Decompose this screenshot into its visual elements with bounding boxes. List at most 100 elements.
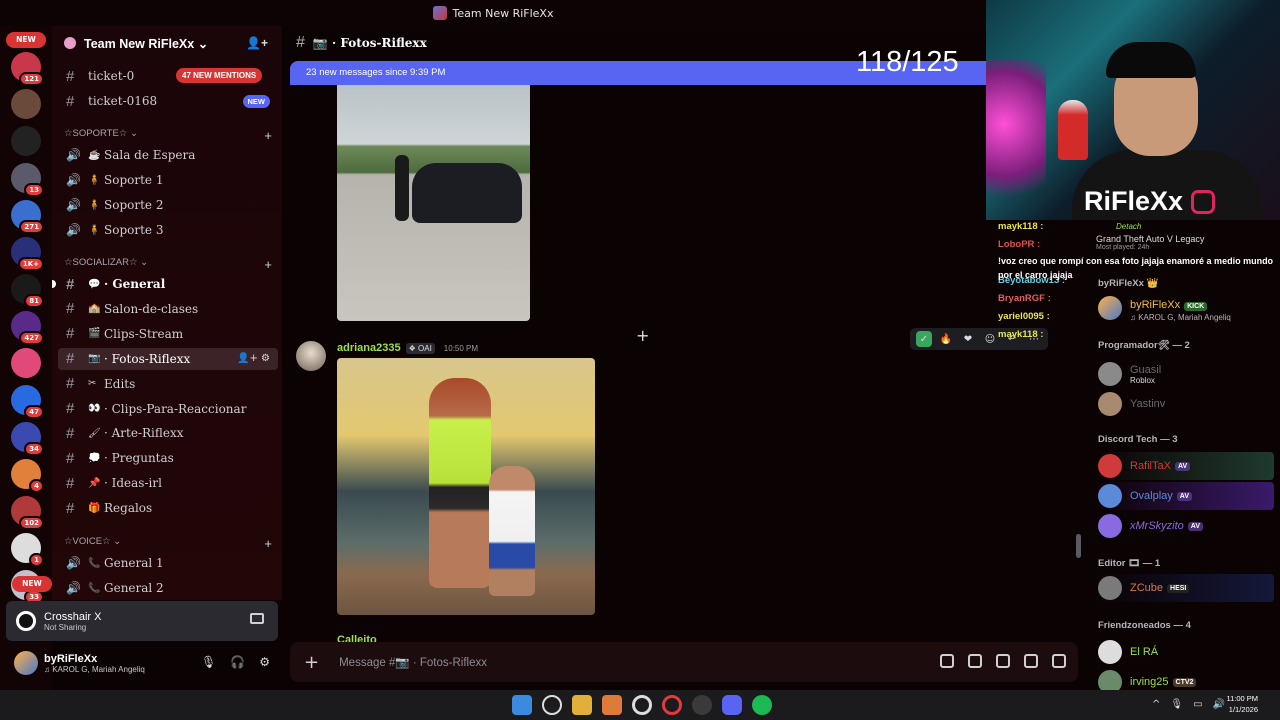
server-icon[interactable] xyxy=(11,89,41,119)
server-icon[interactable]: 1 xyxy=(11,533,44,567)
add-channel-icon[interactable]: + xyxy=(264,536,272,551)
gear-icon[interactable]: 👤+ ⚙ xyxy=(237,353,270,364)
gear-icon[interactable]: ⚙ xyxy=(259,655,270,669)
discord-icon[interactable] xyxy=(722,695,742,715)
member-row[interactable]: RafilTaX AV xyxy=(1094,452,1274,480)
member-row[interactable]: byRiFleXx KICK ♫ KAROL G, Mariah Angeliq xyxy=(1094,294,1274,322)
member-status: Roblox xyxy=(1130,375,1155,385)
new-servers-pill[interactable]: NEW xyxy=(6,32,46,48)
windows-start-icon[interactable] xyxy=(512,695,532,715)
member-row[interactable]: El RÁ xyxy=(1094,638,1274,666)
search-icon[interactable] xyxy=(542,695,562,715)
attachment-image[interactable] xyxy=(337,85,530,321)
fire-reaction-icon[interactable]: 🔥 xyxy=(938,331,954,347)
server-icon[interactable]: 34 xyxy=(11,422,44,456)
member-row[interactable]: Yastinv xyxy=(1094,390,1274,418)
member-row[interactable]: ZCube HESI xyxy=(1094,574,1274,602)
text-channel[interactable]: # 🏫 Salon-de-clases xyxy=(58,298,278,320)
voice-channel[interactable]: 🔊 🧍 Soporte 3 xyxy=(58,219,278,241)
text-channel[interactable]: # 📌 · Ideas-irl xyxy=(58,472,278,494)
chevron-up-icon[interactable]: ^ xyxy=(1152,699,1160,710)
server-icon[interactable]: 427 xyxy=(11,311,44,345)
check-reaction-icon[interactable]: ✓ xyxy=(916,331,932,347)
attachment-image[interactable] xyxy=(337,358,595,615)
microphone-icon[interactable]: 🎙 xyxy=(201,655,216,669)
member-group-editor: Editor 🎞 — 1 xyxy=(1098,558,1161,569)
avatar[interactable] xyxy=(296,341,326,371)
activity-status: Not Sharing xyxy=(44,622,87,632)
voice-channel[interactable]: 🔊 🧍 Soporte 1 xyxy=(58,169,278,191)
server-icon[interactable]: 47 xyxy=(11,385,44,419)
server-icon[interactable]: 102 xyxy=(11,496,44,530)
voice-channel[interactable]: 🔊 📞 General 1 xyxy=(58,552,278,574)
text-channel[interactable]: # 🎬 Clips-Stream xyxy=(58,323,278,345)
guild-name: Team New RiFleXx ⌄ xyxy=(84,36,209,51)
obs-icon[interactable] xyxy=(632,695,652,715)
server-icon[interactable]: 121 xyxy=(11,52,44,86)
steam-icon[interactable] xyxy=(692,695,712,715)
new-mentions-pill[interactable]: 47 NEW MENTIONS xyxy=(176,68,263,83)
file-explorer-icon[interactable] xyxy=(572,695,592,715)
username: byRiFleXx xyxy=(44,652,98,665)
invite-icon[interactable]: 👤+ xyxy=(246,36,268,50)
add-channel-icon[interactable]: + xyxy=(264,257,272,272)
new-servers-pill-bottom[interactable]: NEW xyxy=(12,576,52,592)
activity-panel[interactable]: Crosshair X Not Sharing xyxy=(6,601,278,641)
voice-channel[interactable]: 🔊 🧍 Soporte 2 xyxy=(58,194,278,216)
message-author[interactable]: adriana2335 xyxy=(337,342,401,354)
channel-label: Regalos xyxy=(104,501,153,516)
window-title: Team New RiFleXx xyxy=(452,6,554,20)
sticker-icon[interactable] xyxy=(996,654,1010,668)
member-row[interactable]: Ovalplay AV xyxy=(1094,482,1274,510)
member-row[interactable]: xMrSkyzito AV xyxy=(1094,512,1274,540)
server-icon[interactable]: 13 xyxy=(11,163,44,197)
category-socializar[interactable]: ☆SOCIALIZAR☆ ⌄ + xyxy=(64,257,276,272)
screen-share-icon[interactable] xyxy=(250,613,264,624)
channel-emoji: 👀 xyxy=(88,403,101,414)
text-channel[interactable]: # 🎁 Regalos xyxy=(58,497,278,519)
server-icon[interactable]: 1K+ xyxy=(11,237,44,271)
server-icon[interactable] xyxy=(11,348,41,378)
server-icon[interactable]: 271 xyxy=(11,200,44,234)
gif-icon[interactable] xyxy=(968,654,982,668)
taskbar-clock[interactable]: 11:00 PM 1/1/2026 xyxy=(1226,693,1258,715)
gift-icon[interactable] xyxy=(940,654,954,668)
server-icon[interactable]: 4 xyxy=(11,459,44,493)
hash-icon: # xyxy=(66,275,75,293)
member-row[interactable]: Guasil Roblox xyxy=(1094,360,1274,388)
channel-emoji: 💭 xyxy=(88,452,101,464)
category-soporte[interactable]: ☆SOPORTE☆ ⌄ + xyxy=(64,128,276,143)
guild-header[interactable]: Team New RiFleXx ⌄ 👤+ xyxy=(52,26,282,60)
server-icon[interactable]: 81 xyxy=(11,274,44,308)
text-channel[interactable]: # 👀 · Clips-Para-Reaccionar xyxy=(58,398,278,420)
hash-icon: # xyxy=(66,300,75,318)
server-icon[interactable] xyxy=(11,126,41,156)
channel-ticket-0168[interactable]: # ticket-0168 NEW xyxy=(58,90,278,112)
add-channel-icon[interactable]: + xyxy=(264,128,272,143)
emoji-icon[interactable] xyxy=(1024,654,1038,668)
stream-chat-line: mayk118 : xyxy=(998,329,1044,340)
opera-icon[interactable] xyxy=(662,695,682,715)
text-channel[interactable]: # 💬 · General xyxy=(52,273,278,295)
message-author[interactable]: Calleito xyxy=(337,634,377,642)
message-input[interactable]: Message #📷 · Fotos-Riflexx xyxy=(339,655,487,669)
add-reaction-icon[interactable]: ☺ xyxy=(982,331,998,347)
microphone-icon[interactable]: 🎙 xyxy=(1170,699,1183,710)
avatar[interactable] xyxy=(14,651,38,675)
text-channel[interactable]: # 📷 · Fotos-Riflexx 👤+ ⚙ xyxy=(58,347,278,370)
voice-channel[interactable]: 🔊 📞 General 2 xyxy=(58,577,278,599)
scrollbar[interactable] xyxy=(1076,534,1081,558)
volume-icon[interactable]: 🔊 xyxy=(1213,699,1225,710)
apps-icon[interactable] xyxy=(1052,654,1066,668)
category-voice[interactable]: ☆VOICE☆ ⌄ + xyxy=(64,536,276,551)
network-icon[interactable]: ▭ xyxy=(1193,699,1202,710)
app-icon[interactable] xyxy=(602,695,622,715)
text-channel[interactable]: # ✂ Edits xyxy=(58,373,278,395)
text-channel[interactable]: # 🖌 · Arte-Riflexx xyxy=(58,422,278,444)
heart-reaction-icon[interactable]: ❤ xyxy=(960,331,976,347)
voice-channel[interactable]: 🔊 ☕ Sala de Espera xyxy=(58,144,278,166)
spotify-icon[interactable] xyxy=(752,695,772,715)
text-channel[interactable]: # 💭 · Preguntas xyxy=(58,447,278,469)
attach-icon[interactable]: + xyxy=(304,652,319,673)
headphones-icon[interactable]: 🎧 xyxy=(230,655,245,669)
